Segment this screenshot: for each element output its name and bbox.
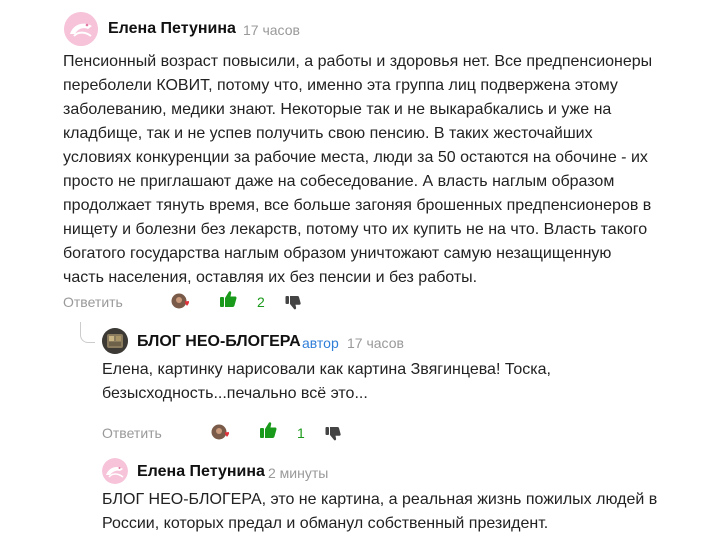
comment-text: БЛОГ НЕО-БЛОГЕРА, это не картина, а реал… — [102, 488, 702, 536]
text-line: заболеванию, медики знают. Некоторые так… — [63, 101, 612, 118]
comment-text: Пенсионный возраст повысили, а работы и … — [63, 50, 703, 290]
text-line: просто не приглашают даже на собеседован… — [63, 173, 615, 190]
thumbs-up-icon[interactable] — [219, 290, 237, 308]
comment-author[interactable]: БЛОГ НЕО-БЛОГЕРА — [137, 333, 301, 351]
text-line: БЛОГ НЕО-БЛОГЕРА, это не картина, а реал… — [102, 491, 658, 508]
liked-avatar-heart-icon[interactable] — [171, 293, 191, 311]
author-badge: автор — [302, 335, 339, 351]
comment-time: 17 часов — [243, 22, 300, 38]
comment-time: 2 минуты — [268, 465, 329, 481]
text-line: России, которых предал и обманул собстве… — [102, 515, 549, 532]
comment-author[interactable]: Елена Петунина — [108, 20, 236, 38]
thumbs-down-icon[interactable] — [285, 295, 301, 311]
comment-time: 17 часов — [347, 335, 404, 351]
text-line: часть населения, оставляя их без пенсии … — [63, 269, 478, 286]
text-line: Пенсионный возраст повысили, а работы и … — [63, 53, 653, 70]
thumbs-down-icon[interactable] — [325, 426, 341, 442]
text-line: кладбище, так и не успев получить свою п… — [63, 125, 593, 142]
avatar[interactable] — [102, 458, 128, 484]
text-line: продолжает тянуть время, все больше заго… — [63, 197, 652, 214]
liked-avatar-heart-icon[interactable] — [211, 424, 231, 442]
reply-button[interactable]: Ответить — [63, 294, 123, 310]
text-line: безысходность...печально всё это... — [102, 385, 368, 402]
thread-connector — [80, 322, 95, 343]
thumbs-up-icon[interactable] — [259, 421, 277, 439]
text-line: условиях конкуренции за рабочие места, л… — [63, 149, 648, 166]
avatar[interactable] — [64, 12, 98, 46]
reply-button[interactable]: Ответить — [102, 425, 162, 441]
text-line: нищету и болезни без лекарств, потому чт… — [63, 221, 648, 238]
comment-text: Елена, картинку нарисовали как картина З… — [102, 358, 702, 406]
avatar[interactable] — [102, 328, 128, 354]
text-line: богатого государства наглым образом унич… — [63, 245, 612, 262]
like-count: 2 — [257, 294, 265, 310]
text-line: переболели КОВИТ, потому что, именно эта… — [63, 77, 618, 94]
comment-author[interactable]: Елена Петунина — [137, 463, 265, 481]
like-count: 1 — [297, 425, 305, 441]
text-line: Елена, картинку нарисовали как картина З… — [102, 361, 551, 378]
